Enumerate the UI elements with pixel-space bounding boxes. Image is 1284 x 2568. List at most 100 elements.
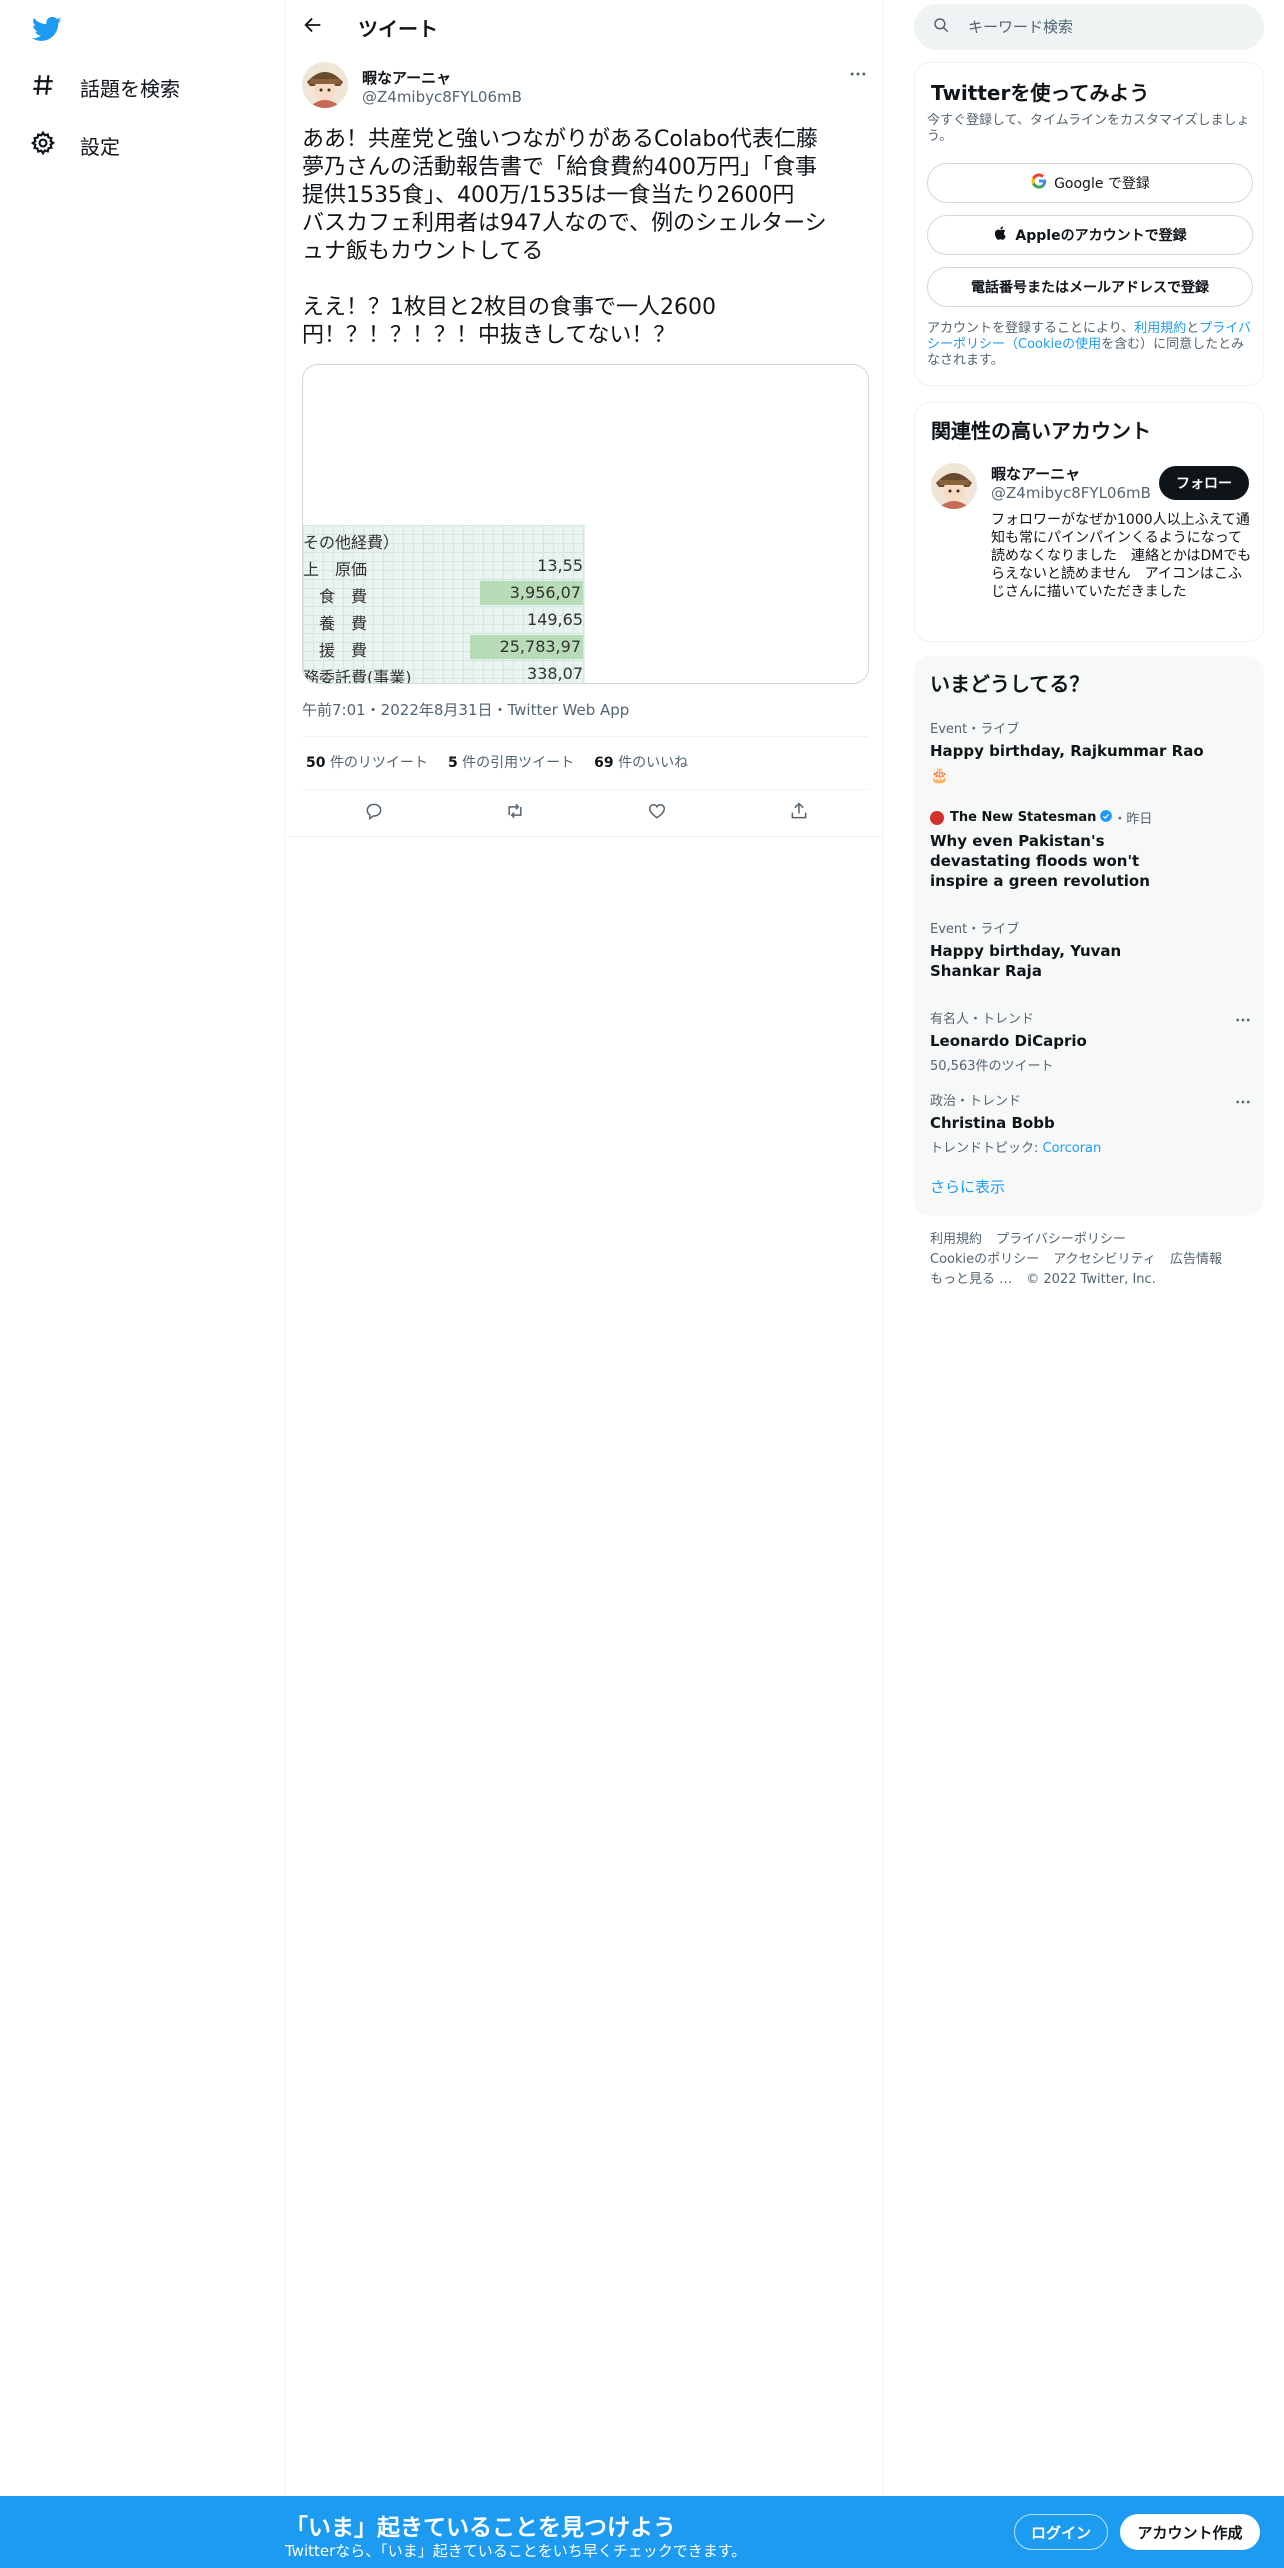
trend-item[interactable]: 有名人・トレンド Leonardo DiCaprio 50,563件のツイート [930, 1008, 1230, 1074]
trend-item[interactable]: 政治・トレンド Christina Bobb トレンドトピック: Corcora… [930, 1090, 1230, 1156]
left-sidebar: 話題を検索 設定 [0, 0, 285, 2568]
arrow-left-icon [302, 14, 324, 40]
trend-item[interactable]: The New Statesman ・昨日 Why even Pakistan'… [930, 808, 1230, 891]
related-account-name[interactable]: 暇なアーニャ [991, 463, 1080, 484]
create-account-button[interactable]: アカウント作成 [1120, 2514, 1260, 2550]
verified-badge-icon [1099, 809, 1113, 827]
footer-link[interactable]: プライバシーポリシー [996, 1232, 1126, 1247]
tweet-author-name[interactable]: 暇なアーニャ [362, 67, 451, 88]
reply-icon [364, 801, 384, 825]
sheet-row-label: 養 費 [303, 614, 368, 633]
main-header: ツイート [286, 0, 884, 53]
footer-link[interactable]: 利用規約 [930, 1232, 982, 1247]
tweet-timestamp[interactable]: 午前7:01・2022年8月31日・Twitter Web App [302, 699, 629, 720]
login-button[interactable]: ログイン [1014, 2514, 1108, 2550]
retweet-icon [505, 801, 525, 825]
avatar[interactable] [302, 62, 348, 108]
bottom-bar-subtitle: Twitterなら、「いま」起きていることをいち早くチェックできます。 [285, 2542, 747, 2560]
sheet-row-label: その他経費） [303, 533, 400, 552]
trends-panel: いまどうしてる？ Event・ライブ Happy birthday, Rajku… [914, 656, 1264, 1216]
cake-emoji: 🎂 [930, 766, 949, 784]
retweets-stat[interactable]: 50 件のリツイート [306, 752, 428, 772]
related-accounts-title: 関連性の高いアカウント [931, 419, 1151, 443]
tweet-author-handle[interactable]: @Z4mibyc8FYL06mB [362, 88, 522, 106]
sheet-row-label: 援 費 [303, 641, 368, 660]
tweet-more-button[interactable] [844, 64, 872, 88]
footer-link[interactable]: Cookieのポリシー [930, 1252, 1039, 1267]
sheet-row-value: 338,07 [527, 664, 583, 683]
google-icon [1030, 172, 1048, 194]
sheet-row-value: 149,65 [527, 610, 583, 629]
nav-label-settings: 設定 [80, 134, 120, 159]
footer-link[interactable]: アクセシビリティ [1053, 1252, 1156, 1267]
signup-card-subtitle: 今すぐ登録して、タイムラインをカスタマイズしましょう。 [927, 113, 1250, 144]
signup-card-title: Twitterを使ってみよう [931, 81, 1150, 105]
signup-terms: アカウントを登録することにより、利用規約とプライバシーポリシー（Cookieの使… [927, 321, 1252, 368]
sheet-row-value: 3,956,07 [479, 581, 583, 605]
gear-icon [30, 130, 56, 160]
signup-card: Twitterを使ってみよう 今すぐ登録して、タイムラインをカスタマイズしましょ… [914, 62, 1264, 386]
divider [302, 789, 868, 790]
more-dots-icon [1236, 1100, 1250, 1104]
sheet-row-value: 25,783,97 [469, 635, 583, 659]
terms-link[interactable]: 利用規約 [1134, 321, 1186, 336]
footer-link[interactable]: 広告情報 [1170, 1252, 1222, 1267]
tweet-text: ああ！共産党と強いつながりがあるColabo代表仁藤 夢乃さんの活動報告書で「給… [302, 127, 827, 348]
sheet-row-value: 13,55 [537, 556, 583, 575]
page-title: ツイート [358, 17, 438, 41]
trend-more-button[interactable] [1232, 1092, 1254, 1112]
sheet-row: 食 費 3,956,07 [303, 579, 585, 606]
phone-email-signup-button[interactable]: 電話番号またはメールアドレスで登録 [927, 267, 1253, 307]
sheet-row-label: 食 費 [303, 587, 368, 606]
like-button[interactable] [640, 796, 674, 830]
trend-item[interactable]: Event・ライブ Happy birthday, Yuvan Shankar … [930, 918, 1230, 981]
search-input[interactable] [968, 18, 1248, 36]
divider [302, 736, 868, 737]
spreadsheet-image: その他経費） 上 原価 13,55 食 費 3,956,07 養 費 149,65 援 … [303, 525, 585, 683]
bottom-bar-title: 「いま」起きていることを見つけよう [285, 2515, 676, 2541]
likes-stat[interactable]: 69 件のいいね [594, 752, 688, 772]
twitter-logo-icon[interactable] [30, 14, 66, 44]
new-statesman-logo-icon [930, 810, 944, 825]
trend-item[interactable]: Event・ライブ Happy birthday, Rajkummar Rao … [930, 718, 1230, 785]
divider [286, 836, 884, 837]
related-account-handle[interactable]: @Z4mibyc8FYL06mB [991, 484, 1151, 502]
sheet-row-label: 務委託費(事業) [303, 668, 412, 684]
search-bar[interactable] [914, 4, 1264, 50]
footer-link[interactable]: もっと見る … [930, 1272, 1012, 1287]
apple-icon [993, 225, 1009, 245]
phone-email-signup-label: 電話番号またはメールアドレスで登録 [971, 280, 1209, 296]
back-button[interactable] [298, 12, 328, 42]
search-icon [914, 16, 950, 38]
share-button[interactable] [782, 796, 816, 830]
sheet-row: その他経費） [303, 525, 585, 552]
trend-topic-link[interactable]: Corcoran [1043, 1141, 1102, 1156]
apple-signup-button[interactable]: Appleのアカウントで登録 [927, 215, 1253, 255]
nav-item-explore[interactable]: 話題を検索 [30, 67, 180, 107]
google-signup-label: Google で登録 [1054, 176, 1150, 192]
share-icon [789, 801, 809, 825]
related-accounts-card: 関連性の高いアカウント 暇なアーニャ @Z4mibyc8FYL06mB フォロー… [914, 402, 1264, 642]
show-more-link[interactable]: さらに表示 [930, 1176, 1005, 1197]
trend-more-button[interactable] [1232, 1010, 1254, 1030]
retweet-button[interactable] [498, 796, 532, 830]
google-signup-button[interactable]: Google で登録 [927, 163, 1253, 203]
avatar[interactable] [931, 463, 977, 509]
tweet-media-image[interactable]: その他経費） 上 原価 13,55 食 費 3,956,07 養 費 149,65 援 … [302, 364, 869, 684]
hashtag-icon [30, 72, 56, 102]
sheet-row: 援 費 25,783,97 [303, 633, 585, 660]
bottom-signup-bar: 「いま」起きていることを見つけよう Twitterなら、「いま」起きていることを… [0, 2496, 1284, 2568]
related-account-bio: フォロワーがなぜか1000人以上ふえて通知も常にパインパインくるようになって読め… [991, 512, 1252, 600]
sheet-row-label: 上 原価 [303, 560, 368, 579]
footer-links: 利用規約 プライバシーポリシー Cookieのポリシー アクセシビリティ 広告情… [930, 1230, 1250, 1290]
right-sidebar: Twitterを使ってみよう 今すぐ登録して、タイムラインをカスタマイズしましょ… [900, 0, 1284, 2568]
more-dots-icon [1236, 1018, 1250, 1022]
sheet-row: 務委託費(事業) 338,07 [303, 660, 585, 684]
nav-item-settings[interactable]: 設定 [30, 125, 120, 165]
tweet-actions [302, 796, 868, 830]
more-dots-icon [848, 64, 868, 88]
heart-icon [647, 801, 667, 825]
follow-button[interactable]: フォロー [1159, 466, 1249, 500]
reply-button[interactable] [357, 796, 391, 830]
quotes-stat[interactable]: 5 件の引用ツイート [448, 752, 574, 772]
